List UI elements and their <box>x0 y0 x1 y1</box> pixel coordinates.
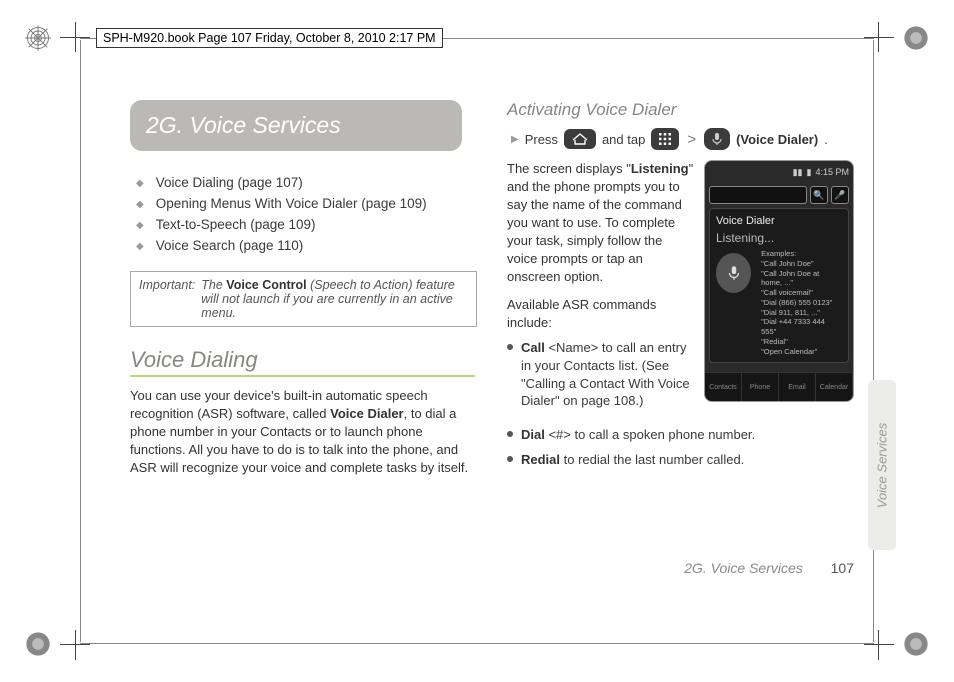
battery-icon: ▮ <box>807 167 812 178</box>
diamond-icon: ◆ <box>136 178 144 189</box>
phone-time: 4:15 PM <box>815 167 849 177</box>
toc-label: Voice Search (page 110) <box>156 238 304 253</box>
home-key-icon <box>564 129 596 149</box>
list-item: Dial <#> to call a spoken phone number. <box>507 426 854 444</box>
phone-screenshot: ▮▮ ▮ 4:15 PM 🔍 🎤 Voice Dialer Listening.… <box>704 160 854 402</box>
diamond-icon: ◆ <box>136 199 144 210</box>
phone-searchbar: 🔍 🎤 <box>709 186 849 204</box>
phone-dock-item: Calendar <box>816 373 853 401</box>
mic-icon: 🎤 <box>831 186 849 204</box>
step-separator: > <box>687 131 696 148</box>
rosette-icon <box>902 630 930 658</box>
search-icon: 🔍 <box>810 186 828 204</box>
page-footer: 2G. Voice Services 107 <box>684 560 854 576</box>
heading-activating: Activating Voice Dialer <box>507 100 854 120</box>
step-dot: . <box>824 132 828 147</box>
right-column: Activating Voice Dialer ▶ Press and tap … <box>507 100 854 477</box>
frame-line <box>80 643 874 644</box>
signal-icon: ▮▮ <box>793 167 803 178</box>
asr-command-list: Call <Name> to call an entry in your Con… <box>507 339 694 409</box>
diamond-icon: ◆ <box>136 220 144 231</box>
toc-item: ◆ Text-to-Speech (page 109) <box>130 217 477 232</box>
side-tab: Voice Services <box>868 380 896 550</box>
apps-grid-icon <box>651 128 679 150</box>
triangle-icon: ▶ <box>511 134 519 145</box>
step-text: Press <box>525 132 558 147</box>
voice-dialer-app-icon <box>704 128 730 150</box>
phone-listening-label: Listening... <box>716 231 842 245</box>
toc-item: ◆ Voice Dialing (page 107) <box>130 175 477 190</box>
crop-mark <box>60 22 90 52</box>
toc-label: Voice Dialing (page 107) <box>156 175 303 190</box>
phone-card-title: Voice Dialer <box>716 215 842 227</box>
phone-dock: Contacts Phone Email Calendar <box>705 372 853 401</box>
step-text: and tap <box>602 132 645 147</box>
frame-line <box>873 40 874 642</box>
rosette-icon <box>24 630 52 658</box>
side-tab-label: Voice Services <box>875 422 890 508</box>
step-line: ▶ Press and tap > (Voice Dialer). <box>507 128 854 150</box>
crop-mark <box>864 22 894 52</box>
page-root: SPH-M920.book Page 107 Friday, October 8… <box>0 0 954 682</box>
phone-dock-item: Email <box>779 373 816 401</box>
left-column: 2G. Voice Services ◆ Voice Dialing (page … <box>130 100 477 477</box>
toc-item: ◆ Voice Search (page 110) <box>130 238 477 253</box>
toc-label: Text-to-Speech (page 109) <box>156 217 316 232</box>
framemaker-header: SPH-M920.book Page 107 Friday, October 8… <box>96 28 443 48</box>
paragraph: The screen displays "Listening" and the … <box>507 160 694 286</box>
frame-line <box>80 40 81 642</box>
phone-dock-item: Contacts <box>705 373 742 401</box>
crop-mark <box>60 630 90 660</box>
diamond-icon: ◆ <box>136 241 144 252</box>
phone-search-field <box>709 186 807 204</box>
toc-item: ◆ Opening Menus With Voice Dialer (page 1… <box>130 196 477 211</box>
toc-label: Opening Menus With Voice Dialer (page 10… <box>156 196 427 211</box>
footer-page-number: 107 <box>831 560 854 576</box>
heading-rule <box>130 375 475 377</box>
section-title-pill: 2G. Voice Services <box>130 100 462 151</box>
important-text: The Voice Control (Speech to Action) fea… <box>201 278 468 320</box>
list-item: Redial to redial the last number called. <box>507 451 854 469</box>
phone-dock-item: Phone <box>742 373 779 401</box>
crop-mark <box>864 630 894 660</box>
phone-voice-dialer-card: Voice Dialer Listening... Examples: "Cal… <box>709 208 849 363</box>
content-area: 2G. Voice Services ◆ Voice Dialing (page … <box>130 100 854 592</box>
paragraph: Available ASR commands include: <box>507 296 694 332</box>
important-label: Important: <box>139 278 195 320</box>
rosette-icon <box>902 24 930 52</box>
rosette-icon <box>24 24 52 52</box>
footer-section-label: 2G. Voice Services <box>684 560 803 576</box>
important-note: Important: The Voice Control (Speech to … <box>130 271 477 327</box>
section-toc: ◆ Voice Dialing (page 107) ◆ Opening Menus… <box>130 175 477 253</box>
paragraph: You can use your device's built-in autom… <box>130 387 477 477</box>
asr-command-list-cont: Dial <#> to call a spoken phone number. … <box>507 426 854 469</box>
phone-examples: Examples: "Call John Doe" "Call John Doe… <box>761 249 842 356</box>
phone-statusbar: ▮▮ ▮ 4:15 PM <box>705 161 853 183</box>
step-app-label: (Voice Dialer) <box>736 132 818 147</box>
mic-icon <box>716 253 751 293</box>
heading-voice-dialing: Voice Dialing <box>130 347 477 373</box>
list-item: Call <Name> to call an entry in your Con… <box>507 339 694 409</box>
